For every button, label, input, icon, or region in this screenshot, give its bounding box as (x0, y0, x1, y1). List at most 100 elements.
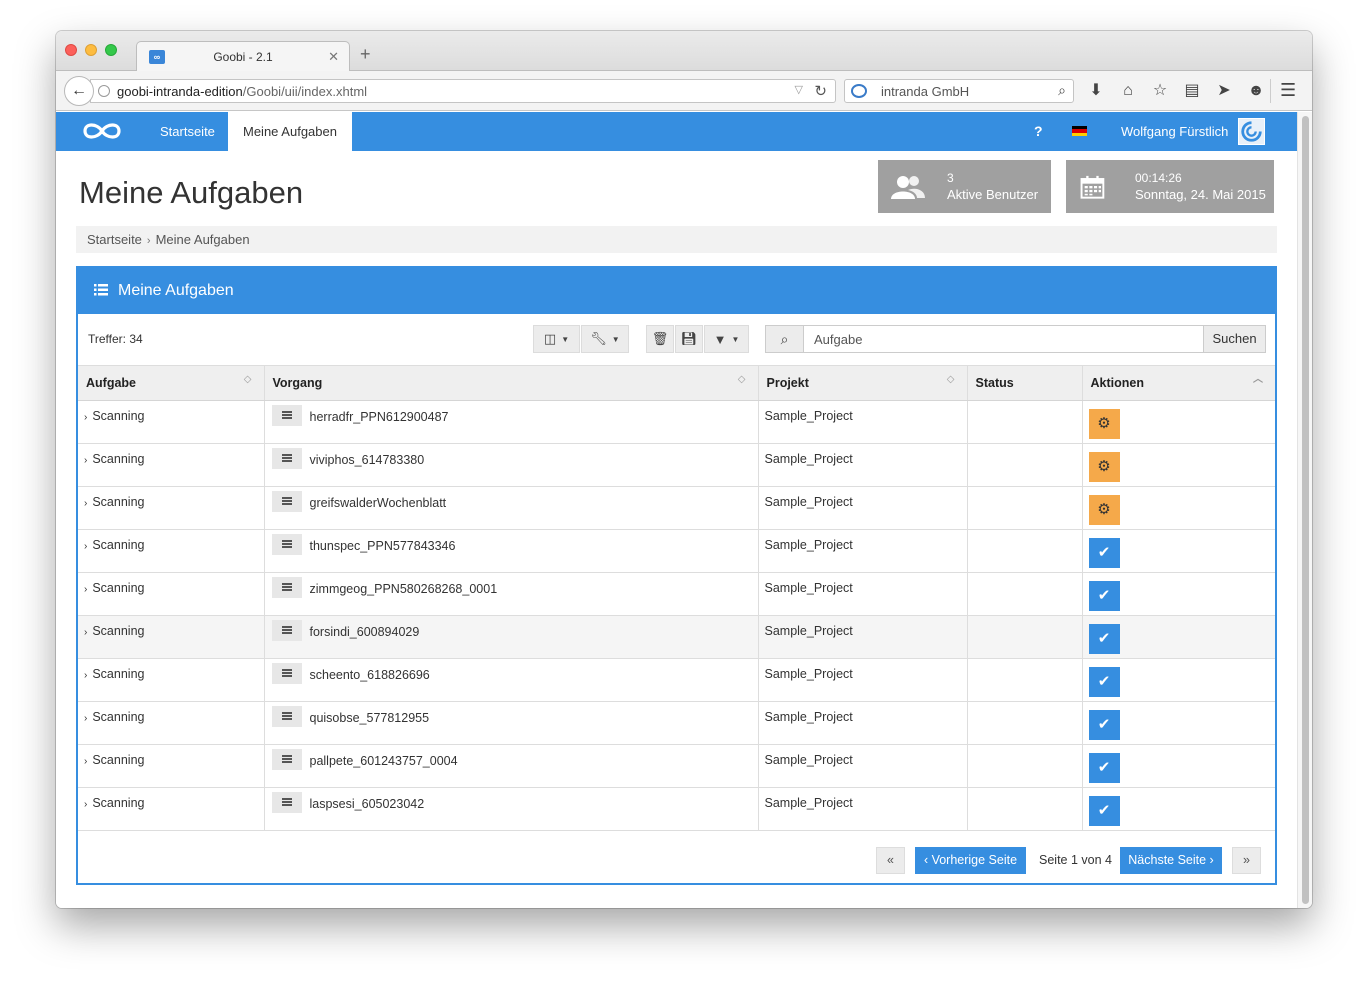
expand-chevron-icon[interactable]: › (84, 756, 87, 767)
scrollbar-thumb[interactable] (1302, 116, 1309, 904)
accept-task-button[interactable]: ⚙ (1088, 409, 1120, 439)
process-details-icon[interactable] (271, 663, 302, 684)
tab-close-icon[interactable]: ✕ (328, 49, 339, 65)
next-page-button[interactable]: Nächste Seite › (1120, 847, 1222, 874)
column-header-projekt[interactable]: Projekt ◇ (758, 365, 968, 401)
expand-chevron-icon[interactable]: › (84, 455, 87, 466)
project-cell: Sample_Project (758, 486, 968, 530)
menu-icon[interactable]: ☰ (1280, 80, 1296, 101)
task-cell[interactable]: › Scanning (78, 486, 265, 530)
task-cell[interactable]: › Scanning (78, 400, 265, 444)
column-toggle-button[interactable]: ◫ ▼ (533, 325, 580, 353)
status-cell (967, 615, 1083, 659)
column-header-aufgabe[interactable]: Aufgabe ◇ (78, 365, 265, 401)
chat-icon[interactable]: ☻ (1246, 81, 1266, 101)
help-icon[interactable]: ? (1034, 112, 1043, 151)
process-details-icon[interactable] (271, 448, 302, 469)
task-cell[interactable]: › Scanning (78, 443, 265, 487)
reading-list-icon[interactable]: ▤ (1182, 81, 1202, 101)
page-scrollbar[interactable] (1297, 112, 1312, 908)
goobi-logo-icon[interactable] (80, 120, 124, 142)
task-cell[interactable]: › Scanning (78, 658, 265, 702)
sort-icon[interactable]: ◇ (947, 375, 955, 385)
close-window-button[interactable] (65, 44, 77, 56)
minimize-window-button[interactable] (85, 44, 97, 56)
chevron-down-icon: ▼ (561, 334, 570, 344)
breadcrumb-item-startseite[interactable]: Startseite (87, 232, 142, 247)
maximize-window-button[interactable] (105, 44, 117, 56)
close-task-button[interactable]: ✔ (1088, 753, 1120, 783)
process-details-icon[interactable] (271, 405, 302, 426)
expand-chevron-icon[interactable]: › (84, 412, 87, 423)
search-input[interactable] (804, 326, 1204, 352)
expand-chevron-icon[interactable]: › (84, 799, 87, 810)
expand-chevron-icon[interactable]: › (84, 541, 87, 552)
close-task-button[interactable]: ✔ (1088, 796, 1120, 826)
accept-task-button[interactable]: ⚙ (1088, 495, 1120, 525)
task-cell[interactable]: › Scanning (78, 615, 265, 659)
process-details-icon[interactable] (271, 577, 302, 598)
process-name: herradfr_PPN612900487 (309, 409, 449, 424)
save-filter-button[interactable]: 💾︎ (675, 325, 703, 353)
users-icon (891, 176, 925, 199)
task-cell[interactable]: › Scanning (78, 701, 265, 745)
expand-chevron-icon[interactable]: › (84, 498, 87, 509)
process-details-icon[interactable] (271, 792, 302, 813)
browser-tab[interactable]: ∞ Goobi - 2.1 ✕ (136, 41, 350, 72)
process-details-icon[interactable] (271, 620, 302, 641)
close-task-button[interactable]: ✔ (1088, 710, 1120, 740)
nav-item-startseite[interactable]: Startseite (145, 112, 230, 151)
url-host: goobi-intranda-edition (117, 84, 243, 99)
filter-button[interactable]: ▼ ▼ (704, 325, 749, 353)
task-cell[interactable]: › Scanning (78, 529, 265, 573)
search-engine-icon[interactable] (851, 84, 867, 98)
tools-button[interactable]: 🔧︎ ▼ (581, 325, 629, 353)
url-history-dropdown-icon[interactable]: ▽ (795, 83, 803, 96)
url-bar[interactable]: goobi-intranda-edition/Goobi/uii/index.x… (90, 79, 836, 103)
task-cell[interactable]: › Scanning (78, 572, 265, 616)
send-icon[interactable]: ➤ (1214, 81, 1234, 101)
actions-cell: ✔ (1082, 572, 1275, 616)
search-button[interactable]: Suchen (1203, 326, 1265, 352)
close-task-button[interactable]: ✔ (1088, 624, 1120, 654)
process-details-icon[interactable] (271, 534, 302, 555)
flag-stripe-gold (1072, 132, 1087, 136)
back-button[interactable]: ← (64, 76, 94, 106)
column-header-aktionen[interactable]: Aktionen ︿ (1082, 365, 1275, 401)
close-task-button[interactable]: ✔ (1088, 667, 1120, 697)
bookmark-star-icon[interactable]: ☆ (1150, 81, 1170, 101)
delete-button[interactable]: 🗑︎ (646, 325, 674, 353)
home-icon[interactable]: ⌂ (1118, 81, 1138, 101)
close-task-button[interactable]: ✔ (1088, 538, 1120, 568)
browser-search-bar[interactable]: intranda GmbH ⌕ (844, 79, 1074, 103)
process-details-icon[interactable] (271, 706, 302, 727)
process-details-icon[interactable] (271, 491, 302, 512)
close-task-button[interactable]: ✔ (1088, 581, 1120, 611)
columns-icon: ◫ (543, 331, 557, 346)
expand-chevron-icon[interactable]: › (84, 627, 87, 638)
avatar[interactable] (1238, 118, 1265, 145)
previous-page-button[interactable]: ‹ Vorherige Seite (915, 847, 1026, 874)
last-page-button[interactable]: » (1232, 847, 1261, 874)
sort-icon[interactable]: ◇ (244, 375, 252, 385)
sort-icon[interactable]: ◇ (738, 375, 746, 385)
new-tab-button[interactable]: + (360, 45, 371, 63)
column-header-vorgang[interactable]: Vorgang ◇ (264, 365, 759, 401)
reload-icon[interactable]: ↻ (814, 82, 827, 100)
accept-task-button[interactable]: ⚙ (1088, 452, 1120, 482)
sort-asc-icon[interactable]: ︿ (1253, 375, 1263, 385)
active-users-box[interactable]: 3 Aktive Benutzer (878, 160, 1051, 213)
task-cell[interactable]: › Scanning (78, 787, 265, 831)
expand-chevron-icon[interactable]: › (84, 584, 87, 595)
expand-chevron-icon[interactable]: › (84, 670, 87, 681)
expand-chevron-icon[interactable]: › (84, 713, 87, 724)
first-page-button[interactable]: « (876, 847, 905, 874)
search-icon[interactable]: ⌕ (1058, 82, 1066, 99)
task-cell[interactable]: › Scanning (78, 744, 265, 788)
process-name: quisobse_577812955 (309, 710, 430, 725)
process-details-icon[interactable] (271, 749, 302, 770)
download-icon[interactable]: ⬇ (1086, 81, 1106, 101)
german-flag-icon[interactable] (1072, 126, 1087, 136)
nav-item-meine-aufgaben[interactable]: Meine Aufgaben (228, 112, 352, 152)
user-name[interactable]: Wolfgang Fürstlich (1121, 112, 1228, 151)
